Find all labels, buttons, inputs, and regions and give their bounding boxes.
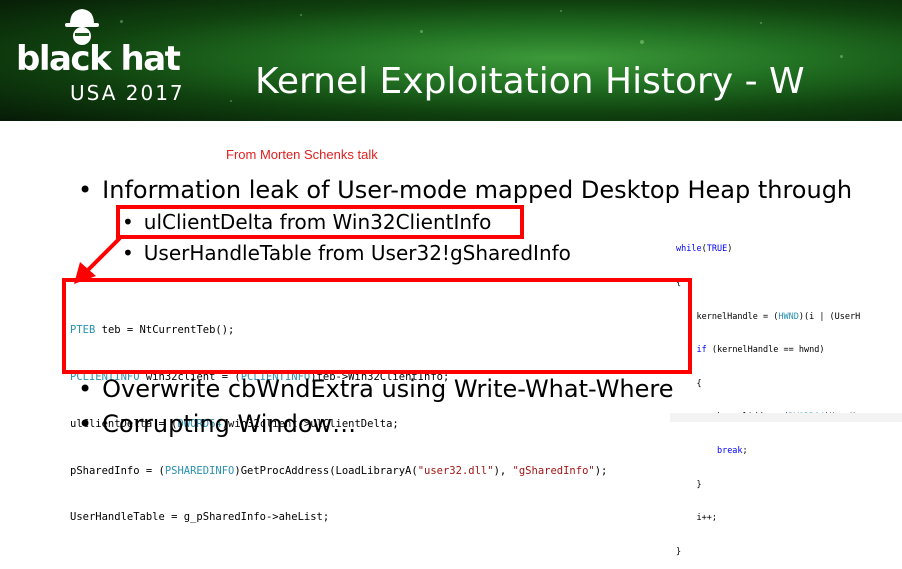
bullet-corrupting: • Corrupting Window… xyxy=(78,410,356,438)
bullet-text: Corrupting Window… xyxy=(102,410,357,438)
code-line: if (kernelHandle == hwnd) xyxy=(696,345,825,356)
code-line: break; xyxy=(716,446,748,457)
code-line: { xyxy=(676,278,682,289)
logo-event-label: USA 2017 xyxy=(70,81,185,105)
source-credit: From Morten Schenks talk xyxy=(226,147,378,162)
subbullet-text: UserHandleTable from User32!gSharedInfo xyxy=(143,241,571,265)
code-line: } xyxy=(676,546,682,557)
highlight-box-code xyxy=(62,278,692,374)
code-line: i++; xyxy=(676,513,717,524)
code-line: pSharedInfo = (PSHAREDINFO)GetProcAddres… xyxy=(70,464,608,477)
bullet-overwrite: • Overwrite cbWndExtra using Write-What-W… xyxy=(78,375,674,403)
bullet-dot-icon: • xyxy=(78,176,93,204)
bullet-info-leak: • Information leak of User-mode mapped De… xyxy=(78,176,852,204)
code-line: } xyxy=(676,479,702,490)
bullet-dot-icon: • xyxy=(78,375,93,403)
subbullet-userhandletable: • UserHandleTable from User32!gSharedInfo xyxy=(122,241,571,265)
bullet-dot-icon: • xyxy=(78,410,93,438)
bullet-text: Information leak of User-mode mapped Des… xyxy=(102,176,853,204)
bullet-dot-icon: • xyxy=(122,241,134,265)
highlight-box-ulclientdelta xyxy=(116,205,524,239)
code-line: { xyxy=(676,378,702,389)
code-line: kernelHandle = (HWND)(i | (UserH xyxy=(676,311,861,322)
partial-code-strip xyxy=(670,413,902,422)
bullet-text: Overwrite cbWndExtra using Write-What-Wh… xyxy=(102,375,674,403)
code-line: while(TRUE) xyxy=(676,244,733,255)
slide-title: Kernel Exploitation History - W xyxy=(255,61,805,102)
logo-wordmark: black hat xyxy=(16,39,181,79)
header-banner: black hat USA 2017 Kernel Exploitation H… xyxy=(0,0,902,121)
code-snippet-handle-loop: while(TRUE) { kernelHandle = (HWND)(i | … xyxy=(676,222,860,569)
code-line: UserHandleTable = g_pSharedInfo->aheList… xyxy=(70,511,330,524)
